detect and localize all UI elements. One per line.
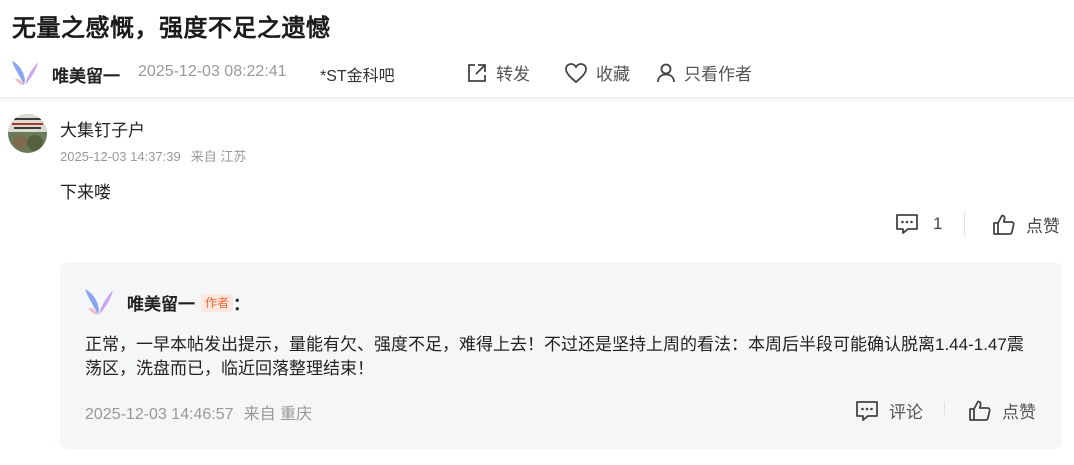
reply-action-divider: [944, 402, 945, 416]
forum-link[interactable]: *ST金科吧: [320, 62, 395, 86]
reply-author-name[interactable]: 唯美留一: [127, 290, 195, 315]
reply-meta: 2025-12-03 14:46:57 来自 重庆: [85, 400, 312, 424]
reply-author: 唯美留一 作者 ：: [127, 290, 250, 315]
reply-comment-button[interactable]: 评论: [855, 398, 923, 423]
butterfly-logo-icon: [85, 289, 113, 315]
action-divider: [964, 212, 965, 236]
thumbs-up-icon: [969, 400, 991, 421]
author-name[interactable]: 唯美留一: [52, 62, 120, 87]
post-timestamp: 2025-12-03 08:22:41: [138, 63, 287, 80]
author-badge: 作者: [201, 293, 234, 312]
post-title: 无量之感慨，强度不足之遗憾: [12, 15, 331, 42]
butterfly-logo-icon: [12, 61, 38, 85]
comment-timestamp: 2025-12-03 14:37:39: [60, 149, 181, 164]
comment-text: 下来喽: [60, 183, 111, 202]
author-only-label: 只看作者: [684, 65, 752, 84]
share-button[interactable]: 转发: [466, 60, 530, 85]
comment-location: 来自 江苏: [190, 149, 247, 164]
reply-count: 1: [933, 214, 943, 233]
share-icon: [468, 63, 486, 82]
favorite-button[interactable]: 收藏: [564, 60, 630, 85]
thumbs-up-icon: [993, 214, 1015, 235]
comment-icon: [896, 214, 918, 234]
commenter-name[interactable]: 大集钉子户: [60, 116, 145, 141]
avatar-image: [8, 114, 47, 153]
comment-meta: 2025-12-03 14:37:39 来自 江苏: [60, 146, 246, 165]
author-only-button[interactable]: 只看作者: [656, 60, 752, 85]
author-avatar[interactable]: [10, 58, 40, 88]
reply-like-label: 点赞: [1002, 403, 1036, 422]
reply-like-button[interactable]: 点赞: [968, 398, 1036, 423]
comment-like-label: 点赞: [1026, 217, 1060, 236]
reply-author-avatar[interactable]: [83, 286, 115, 318]
reply-comment-label: 评论: [889, 403, 923, 422]
heart-icon: [565, 62, 587, 83]
reply-timestamp: 2025-12-03 14:46:57: [85, 406, 234, 423]
comment-icon: [856, 400, 878, 421]
comment-like-button[interactable]: 点赞: [992, 212, 1060, 237]
user-icon: [657, 63, 675, 82]
reply-colon: ：: [233, 295, 251, 314]
reply-text: 正常，一早本帖发出提示，量能有欠、强度不足，难得上去！不过还是坚持上周的看法：本…: [85, 335, 1024, 378]
avatar[interactable]: [8, 114, 47, 153]
reply-location: 来自 重庆: [243, 406, 313, 423]
favorite-label: 收藏: [596, 65, 630, 84]
reply-count-button[interactable]: 1: [895, 213, 942, 235]
header-divider: [0, 97, 1074, 103]
share-label: 转发: [496, 65, 530, 84]
